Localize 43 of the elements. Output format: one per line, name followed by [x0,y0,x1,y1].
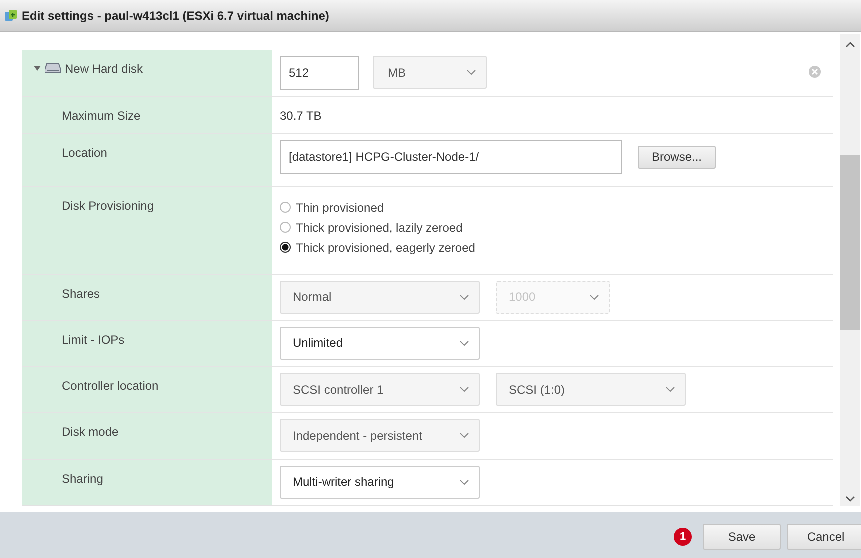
save-button[interactable]: Save [703,524,781,550]
dropdown[interactable]: Multi-writer sharing [280,466,480,499]
field-label: Disk mode [62,425,119,440]
expand-arrow-icon[interactable] [34,66,41,71]
field-label: Maximum Size [62,109,141,124]
device-label: New Hard disk [65,62,144,76]
dropdown[interactable]: SCSI (1:0) [496,373,686,406]
caret-icon [460,340,469,346]
scrollbar[interactable] [840,34,860,506]
radio-label[interactable]: Thin provisioned [296,200,384,215]
dropdown[interactable]: Unlimited [280,326,480,360]
caret-icon [666,387,675,392]
dropdown[interactable]: SCSI controller 1 [280,373,480,406]
field-value: 30.7 TB [280,109,322,124]
unit-dropdown[interactable]: MB [373,56,487,89]
radio-button[interactable] [280,222,291,234]
virtual-machine-icon [4,8,18,22]
radio-label[interactable]: Thick provisioned, lazily zeroed [296,220,463,235]
dropdown[interactable]: Normal [280,280,480,314]
dropdown[interactable]: Independent - persistent [280,419,480,452]
caret-icon [460,294,469,300]
window-title: Edit settings - paul-w413cl1 (ESXi 6.7 virtual machine) [22,8,330,22]
caret-icon [467,70,476,75]
field-label: Controller location [62,379,159,394]
radio-button[interactable] [280,202,291,214]
field-label: Limit - IOPs [62,332,125,347]
error-count-badge: 1 [674,528,692,546]
caret-icon [590,294,599,300]
caret-icon [460,387,469,392]
field-label: Shares [62,286,100,301]
radio-label[interactable]: Thick provisioned, eagerly zeroed [296,240,476,255]
cancel-button[interactable]: Cancel [787,524,861,550]
caret-icon [460,433,469,438]
scroll-down-icon[interactable] [846,496,854,502]
browse-button[interactable]: Browse... [638,146,716,169]
caret-icon [460,480,469,485]
radio-button[interactable] [280,242,291,254]
field-label: Disk Provisioning [62,198,154,213]
size-input[interactable]: 512 [280,56,359,90]
scroll-up-icon[interactable] [846,42,854,48]
field-label: Location [62,146,108,160]
location-input[interactable]: [datastore1] HCPG-Cluster-Node-1/ [280,140,622,174]
field-label: Sharing [62,472,104,486]
